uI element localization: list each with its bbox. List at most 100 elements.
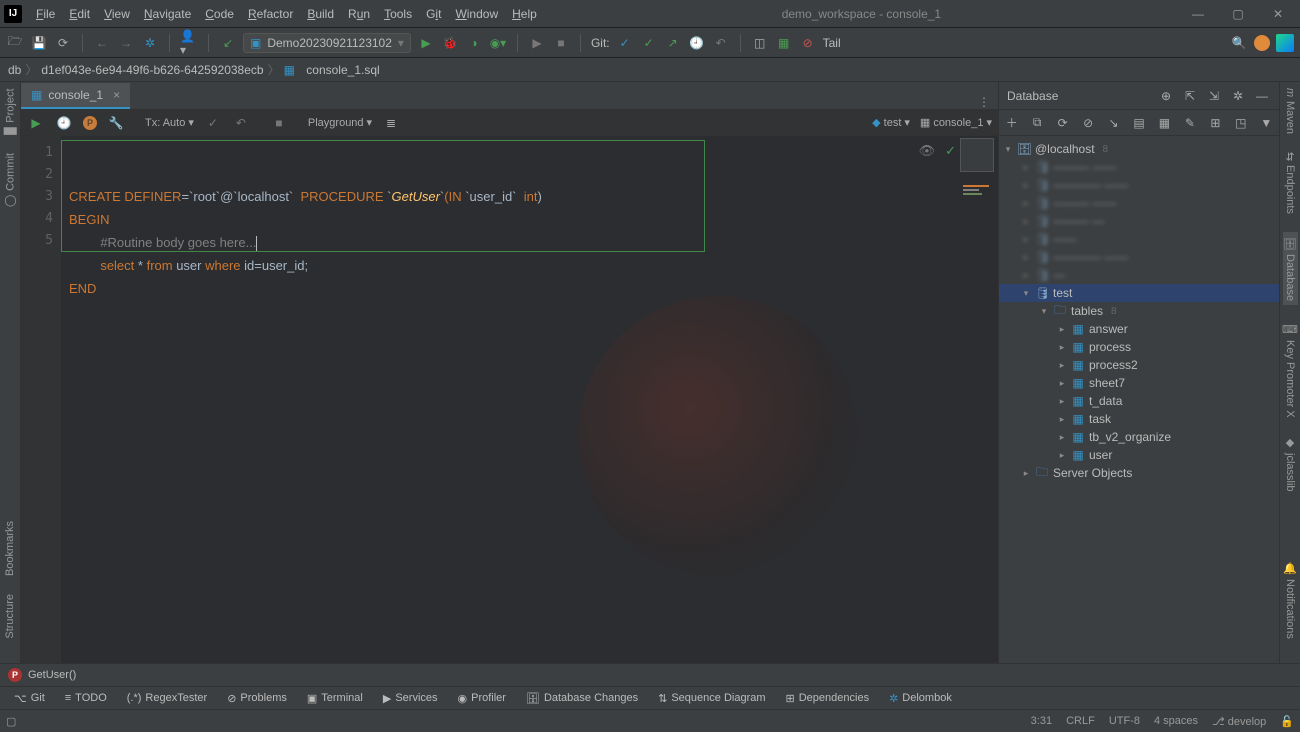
db-schema-test[interactable]: ▾🛢 test (999, 284, 1279, 302)
status-cursor-pos[interactable]: 3:31 (1031, 715, 1052, 727)
avatar-icon[interactable] (1254, 35, 1270, 51)
cancel-icon[interactable]: ■ (270, 114, 288, 132)
open-console-icon[interactable]: ▤ (1130, 114, 1147, 132)
menu-navigate[interactable]: Navigate (138, 4, 197, 24)
coverage-icon[interactable]: ◑ (465, 34, 483, 52)
db-table-t_data[interactable]: ▸▦t_data (999, 392, 1279, 410)
status-encoding[interactable]: UTF-8 (1109, 715, 1140, 727)
tw-git[interactable]: ⌥Git (6, 690, 53, 707)
tw-services[interactable]: ▶Services (375, 690, 446, 707)
crumb-db[interactable]: db (8, 63, 21, 77)
db-tables-group[interactable]: ▾🗀 tables 8 (999, 302, 1279, 320)
eye-off-icon[interactable]: 👁 (919, 140, 936, 162)
tw-profiler[interactable]: ◉Profiler (450, 690, 514, 707)
hammer-icon[interactable]: ↙ (219, 34, 237, 52)
expand-icon[interactable]: ⇱ (1181, 87, 1199, 105)
tab-options-icon[interactable]: ⋮ (970, 95, 998, 109)
commit-icon[interactable]: ✓ (640, 34, 658, 52)
wrench-icon[interactable]: 🔧 (107, 114, 125, 132)
window-minimize[interactable]: — (1180, 4, 1216, 24)
tw-deps[interactable]: ⊞Dependencies (778, 690, 878, 707)
refresh-db-icon[interactable]: ⟳ (1054, 114, 1071, 132)
minimap[interactable] (960, 138, 994, 172)
stop-db-icon[interactable]: ⊘ (1079, 114, 1096, 132)
db-table-answer[interactable]: ▸▦answer (999, 320, 1279, 338)
debug-icon[interactable]: 🐞 (441, 34, 459, 52)
menu-git[interactable]: Git (420, 4, 447, 24)
tw-dbchanges[interactable]: 🗄Database Changes (518, 690, 646, 707)
tw-seqdiag[interactable]: ⇅Sequence Diagram (650, 690, 773, 707)
save-icon[interactable]: 💾 (30, 34, 48, 52)
db-table-process[interactable]: ▸▦process (999, 338, 1279, 356)
tw-regex[interactable]: (.*)RegexTester (119, 690, 215, 706)
menu-tools[interactable]: Tools (378, 4, 418, 24)
code-content[interactable]: CREATE DEFINER=`root`@`localhost` PROCED… (61, 136, 998, 663)
menu-code[interactable]: Code (199, 4, 240, 24)
menu-window[interactable]: Window (449, 4, 504, 24)
jump-icon[interactable]: ↘ (1105, 114, 1122, 132)
tail-label[interactable]: Tail (823, 36, 841, 50)
rollback2-icon[interactable]: ↶ (232, 114, 250, 132)
sidebar-maven[interactable]: m Maven (1284, 88, 1296, 134)
code-editor[interactable]: 12345 CREATE DEFINER=`root`@`localhost` … (21, 136, 998, 663)
refresh-icon[interactable]: ⟳ (54, 34, 72, 52)
db-table-sheet7[interactable]: ▸▦sheet7 (999, 374, 1279, 392)
window-maximize[interactable]: ▢ (1220, 4, 1256, 24)
plus-square-icon[interactable]: ⊞ (1207, 114, 1224, 132)
db-server-objects[interactable]: ▸🗀 Server Objects (999, 464, 1279, 482)
open-icon[interactable]: 🗁 (6, 34, 24, 52)
back-icon[interactable]: ← (93, 34, 111, 52)
db-schema-blurred[interactable]: ▸🛢— (999, 266, 1279, 284)
playground-combo[interactable]: Playground ▾ (308, 116, 372, 129)
run-icon[interactable]: ▶ (417, 34, 435, 52)
tab-console_1[interactable]: ▦ console_1 × (21, 83, 130, 109)
history-icon[interactable]: 🕘 (688, 34, 706, 52)
user-dropdown-icon[interactable]: 👤▾ (180, 34, 198, 52)
menu-edit[interactable]: Edit (63, 4, 96, 24)
sidebar-database[interactable]: 🗄 Database (1283, 232, 1298, 305)
crumb-guid[interactable]: d1ef043e-6e94-49f6-b626-642592038ecb (41, 63, 263, 77)
db-table-tb_v2_organize[interactable]: ▸▦tb_v2_organize (999, 428, 1279, 446)
settings-icon[interactable]: ✲ (1229, 87, 1247, 105)
status-eol[interactable]: CRLF (1066, 715, 1095, 727)
run2-icon[interactable]: ▶ (528, 34, 546, 52)
menu-file[interactable]: FFileile (30, 4, 61, 24)
push-icon[interactable]: ↗ (664, 34, 682, 52)
rollback-icon[interactable]: ↶ (712, 34, 730, 52)
hide-icon[interactable]: — (1253, 87, 1271, 105)
sidebar-notifications[interactable]: 🔔 Notifications (1284, 562, 1297, 639)
layout-icon[interactable]: ≣ (382, 114, 400, 132)
target-icon[interactable]: ⊕ (1157, 87, 1175, 105)
db-table-process2[interactable]: ▸▦process2 (999, 356, 1279, 374)
sidebar-keypromoter[interactable]: ⌨ Key Promoter X (1284, 323, 1297, 418)
db-root[interactable]: ▾🗄 @localhost 8 (999, 140, 1279, 158)
datasource-combo[interactable]: ◆ test ▾ (872, 116, 910, 129)
tw-terminal[interactable]: ▣Terminal (299, 690, 371, 707)
diagram-icon[interactable]: ◳ (1232, 114, 1249, 132)
no-icon[interactable]: ⊘ (799, 34, 817, 52)
commit2-icon[interactable]: ✓ (204, 114, 222, 132)
tab-close-icon[interactable]: × (113, 88, 120, 102)
explain-icon[interactable]: P (83, 116, 97, 130)
jetbrains-icon[interactable] (1276, 34, 1294, 52)
tw-todo[interactable]: ≡TODO (57, 690, 115, 706)
gear-icon[interactable]: ✲ (141, 34, 159, 52)
csv-icon[interactable]: ▦ (775, 34, 793, 52)
menu-view[interactable]: View (98, 4, 136, 24)
collapse-icon[interactable]: ⇲ (1205, 87, 1223, 105)
sidebar-jclasslib[interactable]: ◆ jclasslib (1284, 436, 1297, 492)
add-datasource-icon[interactable]: ＋ (1003, 114, 1020, 132)
proc-name[interactable]: GetUser() (28, 669, 76, 681)
menu-help[interactable]: Help (506, 4, 543, 24)
sidebar-commit[interactable]: ◯ Commit (4, 153, 17, 208)
db-schema-blurred[interactable]: ▸🛢—— (999, 230, 1279, 248)
table-icon[interactable]: ▦ (1156, 114, 1173, 132)
duplicate-icon[interactable]: ⧉ (1028, 114, 1045, 132)
status-branch[interactable]: ⎇ develop (1212, 715, 1266, 728)
db-table-task[interactable]: ▸▦task (999, 410, 1279, 428)
stop-icon[interactable]: ■ (552, 34, 570, 52)
status-overlay-icon[interactable]: ▢ (6, 715, 16, 728)
edit-icon[interactable]: ✎ (1181, 114, 1198, 132)
tw-delombok[interactable]: ✲Delombok (881, 690, 960, 707)
sidebar-bookmarks[interactable]: Bookmarks (4, 521, 16, 576)
